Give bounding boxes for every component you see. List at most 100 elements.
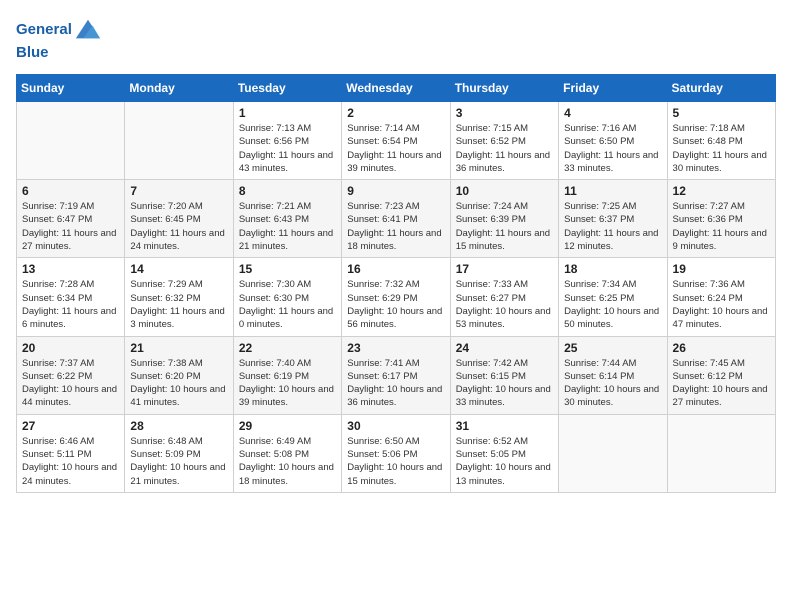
day-number: 20 — [22, 341, 119, 355]
calendar-cell: 18 Sunrise: 7:34 AM Sunset: 6:25 PM Dayli… — [559, 258, 667, 336]
day-info: Sunrise: 7:29 AM Sunset: 6:32 PM Dayligh… — [130, 278, 227, 331]
calendar-cell: 17 Sunrise: 7:33 AM Sunset: 6:27 PM Dayli… — [450, 258, 558, 336]
day-info: Sunrise: 7:36 AM Sunset: 6:24 PM Dayligh… — [673, 278, 770, 331]
calendar-cell: 11 Sunrise: 7:25 AM Sunset: 6:37 PM Dayli… — [559, 180, 667, 258]
day-number: 22 — [239, 341, 336, 355]
day-info: Sunrise: 6:48 AM Sunset: 5:09 PM Dayligh… — [130, 435, 227, 488]
calendar-cell: 2 Sunrise: 7:14 AM Sunset: 6:54 PM Daylig… — [342, 102, 450, 180]
calendar-cell: 28 Sunrise: 6:48 AM Sunset: 5:09 PM Dayli… — [125, 414, 233, 492]
day-number: 13 — [22, 262, 119, 276]
day-number: 12 — [673, 184, 770, 198]
day-number: 3 — [456, 106, 553, 120]
column-header-tuesday: Tuesday — [233, 75, 341, 102]
day-info: Sunrise: 7:14 AM Sunset: 6:54 PM Dayligh… — [347, 122, 444, 175]
day-info: Sunrise: 7:19 AM Sunset: 6:47 PM Dayligh… — [22, 200, 119, 253]
day-number: 27 — [22, 419, 119, 433]
day-info: Sunrise: 7:23 AM Sunset: 6:41 PM Dayligh… — [347, 200, 444, 253]
day-info: Sunrise: 7:28 AM Sunset: 6:34 PM Dayligh… — [22, 278, 119, 331]
day-info: Sunrise: 7:37 AM Sunset: 6:22 PM Dayligh… — [22, 357, 119, 410]
calendar-cell: 15 Sunrise: 7:30 AM Sunset: 6:30 PM Dayli… — [233, 258, 341, 336]
calendar-cell: 19 Sunrise: 7:36 AM Sunset: 6:24 PM Dayli… — [667, 258, 775, 336]
column-header-wednesday: Wednesday — [342, 75, 450, 102]
calendar-cell — [17, 102, 125, 180]
calendar-cell: 27 Sunrise: 6:46 AM Sunset: 5:11 PM Dayli… — [17, 414, 125, 492]
calendar-cell: 12Sunrise: 7:27 AM Sunset: 6:36 PM Dayli… — [667, 180, 775, 258]
calendar-cell: 10Sunrise: 7:24 AM Sunset: 6:39 PM Dayli… — [450, 180, 558, 258]
calendar-week-row: 13 Sunrise: 7:28 AM Sunset: 6:34 PM Dayli… — [17, 258, 776, 336]
day-info: Sunrise: 7:42 AM Sunset: 6:15 PM Dayligh… — [456, 357, 553, 410]
calendar-cell: 8 Sunrise: 7:21 AM Sunset: 6:43 PM Daylig… — [233, 180, 341, 258]
day-info: Sunrise: 7:20 AM Sunset: 6:45 PM Dayligh… — [130, 200, 227, 253]
day-number: 15 — [239, 262, 336, 276]
day-number: 6 — [22, 184, 119, 198]
calendar-cell: 13 Sunrise: 7:28 AM Sunset: 6:34 PM Dayli… — [17, 258, 125, 336]
day-number: 1 — [239, 106, 336, 120]
day-info: Sunrise: 7:25 AM Sunset: 6:37 PM Dayligh… — [564, 200, 661, 253]
calendar-cell: 25Sunrise: 7:44 AM Sunset: 6:14 PM Dayli… — [559, 336, 667, 414]
day-info: Sunrise: 7:18 AM Sunset: 6:48 PM Dayligh… — [673, 122, 770, 175]
calendar-cell — [667, 414, 775, 492]
calendar-week-row: 6 Sunrise: 7:19 AM Sunset: 6:47 PM Daylig… — [17, 180, 776, 258]
day-number: 17 — [456, 262, 553, 276]
day-number: 10 — [456, 184, 553, 198]
calendar-week-row: 27 Sunrise: 6:46 AM Sunset: 5:11 PM Dayli… — [17, 414, 776, 492]
day-number: 29 — [239, 419, 336, 433]
day-number: 18 — [564, 262, 661, 276]
calendar-cell: 16Sunrise: 7:32 AM Sunset: 6:29 PM Dayli… — [342, 258, 450, 336]
column-header-friday: Friday — [559, 75, 667, 102]
column-header-saturday: Saturday — [667, 75, 775, 102]
calendar-cell: 21Sunrise: 7:38 AM Sunset: 6:20 PM Dayli… — [125, 336, 233, 414]
day-info: Sunrise: 7:45 AM Sunset: 6:12 PM Dayligh… — [673, 357, 770, 410]
day-number: 7 — [130, 184, 227, 198]
calendar-cell: 24 Sunrise: 7:42 AM Sunset: 6:15 PM Dayli… — [450, 336, 558, 414]
day-info: Sunrise: 7:15 AM Sunset: 6:52 PM Dayligh… — [456, 122, 553, 175]
column-header-sunday: Sunday — [17, 75, 125, 102]
day-info: Sunrise: 7:34 AM Sunset: 6:25 PM Dayligh… — [564, 278, 661, 331]
day-number: 30 — [347, 419, 444, 433]
day-number: 24 — [456, 341, 553, 355]
day-number: 26 — [673, 341, 770, 355]
column-header-monday: Monday — [125, 75, 233, 102]
day-number: 2 — [347, 106, 444, 120]
day-number: 28 — [130, 419, 227, 433]
calendar-cell: 6 Sunrise: 7:19 AM Sunset: 6:47 PM Daylig… — [17, 180, 125, 258]
calendar-cell: 29 Sunrise: 6:49 AM Sunset: 5:08 PM Dayli… — [233, 414, 341, 492]
logo-blue: Blue — [16, 44, 102, 62]
day-info: Sunrise: 7:32 AM Sunset: 6:29 PM Dayligh… — [347, 278, 444, 331]
day-info: Sunrise: 7:21 AM Sunset: 6:43 PM Dayligh… — [239, 200, 336, 253]
day-info: Sunrise: 7:41 AM Sunset: 6:17 PM Dayligh… — [347, 357, 444, 410]
day-info: Sunrise: 6:49 AM Sunset: 5:08 PM Dayligh… — [239, 435, 336, 488]
logo: General Blue — [16, 16, 102, 62]
calendar-cell: 1Sunrise: 7:13 AM Sunset: 6:56 PM Daylig… — [233, 102, 341, 180]
day-info: Sunrise: 6:52 AM Sunset: 5:05 PM Dayligh… — [456, 435, 553, 488]
day-info: Sunrise: 6:50 AM Sunset: 5:06 PM Dayligh… — [347, 435, 444, 488]
calendar-cell: 22Sunrise: 7:40 AM Sunset: 6:19 PM Dayli… — [233, 336, 341, 414]
day-info: Sunrise: 7:33 AM Sunset: 6:27 PM Dayligh… — [456, 278, 553, 331]
page-header: General Blue — [16, 16, 776, 62]
day-number: 19 — [673, 262, 770, 276]
calendar-cell — [559, 414, 667, 492]
calendar-cell: 20 Sunrise: 7:37 AM Sunset: 6:22 PM Dayli… — [17, 336, 125, 414]
day-number: 23 — [347, 341, 444, 355]
day-number: 5 — [673, 106, 770, 120]
day-info: Sunrise: 7:16 AM Sunset: 6:50 PM Dayligh… — [564, 122, 661, 175]
calendar-cell: 4 Sunrise: 7:16 AM Sunset: 6:50 PM Daylig… — [559, 102, 667, 180]
calendar-cell: 14Sunrise: 7:29 AM Sunset: 6:32 PM Dayli… — [125, 258, 233, 336]
calendar-table: SundayMondayTuesdayWednesdayThursdayFrid… — [16, 74, 776, 493]
day-number: 25 — [564, 341, 661, 355]
calendar-cell: 5 Sunrise: 7:18 AM Sunset: 6:48 PM Daylig… — [667, 102, 775, 180]
day-number: 4 — [564, 106, 661, 120]
day-number: 31 — [456, 419, 553, 433]
calendar-header-row: SundayMondayTuesdayWednesdayThursdayFrid… — [17, 75, 776, 102]
calendar-cell: 7 Sunrise: 7:20 AM Sunset: 6:45 PM Daylig… — [125, 180, 233, 258]
logo-text: General — [16, 21, 72, 39]
calendar-week-row: 1Sunrise: 7:13 AM Sunset: 6:56 PM Daylig… — [17, 102, 776, 180]
column-header-thursday: Thursday — [450, 75, 558, 102]
logo-icon — [74, 16, 102, 44]
day-number: 21 — [130, 341, 227, 355]
calendar-cell: 3 Sunrise: 7:15 AM Sunset: 6:52 PM Daylig… — [450, 102, 558, 180]
day-info: Sunrise: 6:46 AM Sunset: 5:11 PM Dayligh… — [22, 435, 119, 488]
day-number: 11 — [564, 184, 661, 198]
day-number: 8 — [239, 184, 336, 198]
day-info: Sunrise: 7:30 AM Sunset: 6:30 PM Dayligh… — [239, 278, 336, 331]
